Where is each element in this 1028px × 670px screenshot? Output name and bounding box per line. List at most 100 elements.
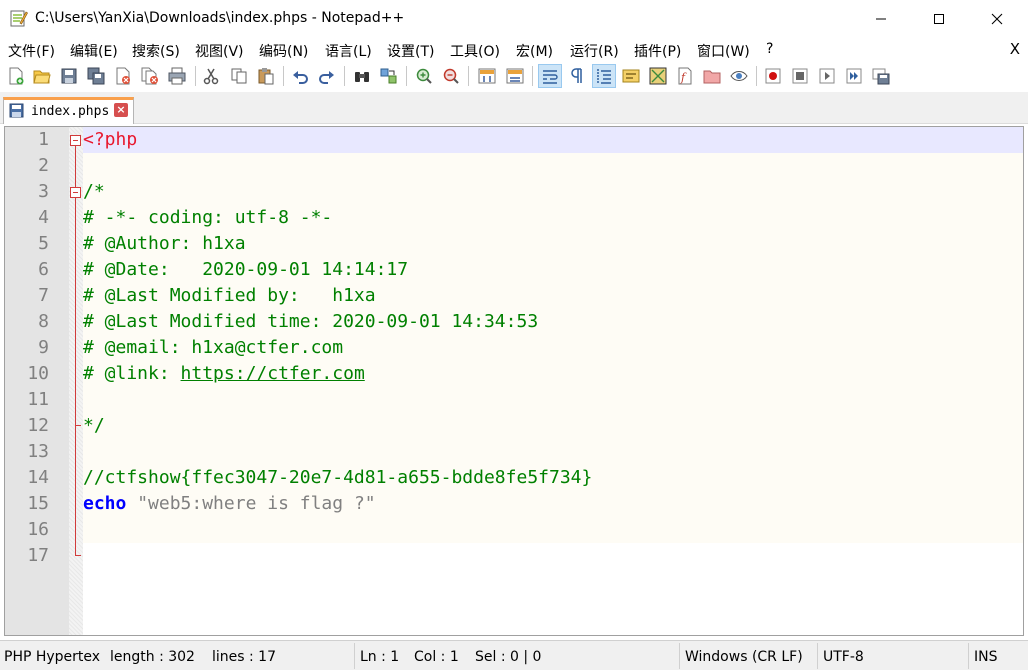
copy-button[interactable] bbox=[228, 65, 250, 87]
line-number: 17 bbox=[27, 545, 49, 566]
tab-close-button[interactable]: × bbox=[114, 103, 128, 117]
fold-line bbox=[75, 141, 76, 555]
record-macro-button[interactable] bbox=[762, 65, 784, 87]
notepad-plus-plus-icon bbox=[10, 10, 28, 27]
status-eol[interactable]: Windows (CR LF) bbox=[685, 649, 803, 665]
code-line-4: # -*- coding: utf-8 -*- bbox=[83, 207, 333, 228]
menu-help[interactable]: ? bbox=[766, 41, 773, 57]
monitoring-button[interactable] bbox=[728, 65, 750, 87]
menu-view[interactable]: 视图(V) bbox=[195, 41, 244, 61]
close-file-button[interactable] bbox=[112, 65, 134, 87]
line-number: 9 bbox=[38, 337, 49, 358]
code-comment-text: # @link: bbox=[83, 363, 181, 384]
play-macro-button[interactable] bbox=[816, 65, 838, 87]
line-number: 15 bbox=[27, 493, 49, 514]
window-title: C:\Users\YanXia\Downloads\index.phps - N… bbox=[35, 10, 405, 26]
save-macro-button[interactable] bbox=[870, 65, 892, 87]
maximize-button[interactable] bbox=[910, 0, 968, 38]
sync-vertical-button[interactable] bbox=[476, 65, 498, 87]
status-bar: PHP Hypertex length : 302 lines : 17 Ln … bbox=[0, 640, 1028, 670]
close-icon bbox=[991, 13, 1003, 25]
toolbar-separator bbox=[406, 66, 407, 86]
open-file-button[interactable] bbox=[31, 65, 53, 87]
binoculars-icon bbox=[355, 72, 369, 82]
code-line-10: # @link: https://ctfer.com bbox=[83, 361, 365, 387]
redo-button[interactable] bbox=[316, 65, 338, 87]
menu-file[interactable]: 文件(F) bbox=[8, 41, 55, 61]
fold-end-marker bbox=[75, 555, 81, 556]
line-number: 3 bbox=[38, 181, 49, 202]
pilcrow-icon bbox=[571, 68, 582, 83]
line-number-gutter: 1 2 3 4 5 6 7 8 9 10 11 12 13 14 15 16 1… bbox=[5, 127, 69, 635]
menu-tools[interactable]: 工具(O) bbox=[450, 41, 500, 61]
indent-guide-button[interactable] bbox=[592, 64, 616, 88]
close-window-button[interactable] bbox=[968, 0, 1026, 38]
code-line-1: <?php bbox=[83, 129, 138, 150]
stop-macro-button[interactable] bbox=[789, 65, 811, 87]
cut-button[interactable] bbox=[200, 65, 222, 87]
line-number: 8 bbox=[38, 311, 49, 332]
code-link[interactable]: https://ctfer.com bbox=[181, 363, 365, 384]
menu-search[interactable]: 搜索(S) bbox=[132, 41, 180, 61]
minimize-button[interactable] bbox=[852, 0, 910, 38]
menu-edit[interactable]: 编辑(E) bbox=[70, 41, 118, 61]
function-list-button[interactable]: f bbox=[674, 65, 696, 87]
code-string: "web5:where is flag ?" bbox=[137, 493, 376, 514]
undo-button[interactable] bbox=[289, 65, 311, 87]
replace-button[interactable] bbox=[378, 65, 400, 87]
indent-guide-icon bbox=[597, 69, 611, 84]
user-language-button[interactable] bbox=[620, 65, 642, 87]
print-button[interactable] bbox=[166, 65, 188, 87]
menu-plugins[interactable]: 插件(P) bbox=[634, 41, 681, 61]
sync-vertical-icon bbox=[478, 68, 496, 84]
redo-icon bbox=[319, 71, 334, 84]
folder-icon bbox=[703, 70, 721, 84]
tab-label: index.phps bbox=[31, 104, 110, 119]
document-map-button[interactable] bbox=[647, 65, 669, 87]
menu-run[interactable]: 运行(R) bbox=[570, 41, 619, 61]
status-encoding[interactable]: UTF-8 bbox=[823, 649, 864, 665]
line-number: 16 bbox=[27, 519, 49, 540]
zoom-in-button[interactable] bbox=[413, 65, 435, 87]
fold-toggle-comment[interactable] bbox=[70, 187, 81, 198]
save-button[interactable] bbox=[58, 65, 80, 87]
code-line-7: # @Last Modified by: h1xa bbox=[83, 285, 376, 306]
status-lines: lines : 17 bbox=[212, 649, 276, 665]
save-macro-icon bbox=[872, 68, 890, 85]
fold-toggle-php[interactable] bbox=[70, 135, 81, 146]
new-file-button[interactable] bbox=[5, 65, 27, 87]
save-all-button[interactable] bbox=[85, 65, 107, 87]
code-line-6: # @Date: 2020-09-01 14:14:17 bbox=[83, 259, 409, 280]
function-list-icon: f bbox=[678, 67, 692, 85]
zoom-out-button[interactable] bbox=[440, 65, 462, 87]
word-wrap-button[interactable] bbox=[538, 64, 562, 88]
menu-language[interactable]: 语言(L) bbox=[325, 41, 372, 61]
toolbar-separator bbox=[195, 66, 196, 86]
toolbar: f bbox=[0, 62, 1028, 90]
menu-macro[interactable]: 宏(M) bbox=[516, 41, 553, 61]
menu-encoding[interactable]: 编码(N) bbox=[259, 41, 308, 61]
menu-settings[interactable]: 设置(T) bbox=[387, 41, 434, 61]
copy-icon bbox=[231, 68, 247, 84]
menu-window[interactable]: 窗口(W) bbox=[697, 41, 750, 61]
close-all-icon bbox=[141, 67, 158, 85]
code-line-5: # @Author: h1xa bbox=[83, 233, 246, 254]
status-column: Col : 1 bbox=[414, 649, 459, 665]
run-macro-multiple-button[interactable] bbox=[843, 65, 865, 87]
replace-icon bbox=[380, 68, 397, 84]
toolbar-separator bbox=[532, 66, 533, 86]
find-button[interactable] bbox=[351, 65, 373, 87]
show-all-characters-button[interactable] bbox=[566, 65, 588, 87]
code-keyword: echo bbox=[83, 493, 127, 514]
zoom-in-icon bbox=[416, 68, 432, 84]
sync-horizontal-button[interactable] bbox=[504, 65, 526, 87]
status-insert-mode[interactable]: INS bbox=[974, 649, 998, 665]
toolbar-separator bbox=[344, 66, 345, 86]
line-number: 10 bbox=[27, 363, 49, 384]
folder-as-workspace-button[interactable] bbox=[701, 65, 723, 87]
close-all-button[interactable] bbox=[139, 65, 161, 87]
editor[interactable]: 1 2 3 4 5 6 7 8 9 10 11 12 13 14 15 16 1… bbox=[4, 126, 1024, 636]
tab-index-phps[interactable]: index.phps × bbox=[3, 97, 134, 124]
close-document-button[interactable]: X bbox=[1010, 40, 1020, 58]
paste-button[interactable] bbox=[255, 65, 277, 87]
